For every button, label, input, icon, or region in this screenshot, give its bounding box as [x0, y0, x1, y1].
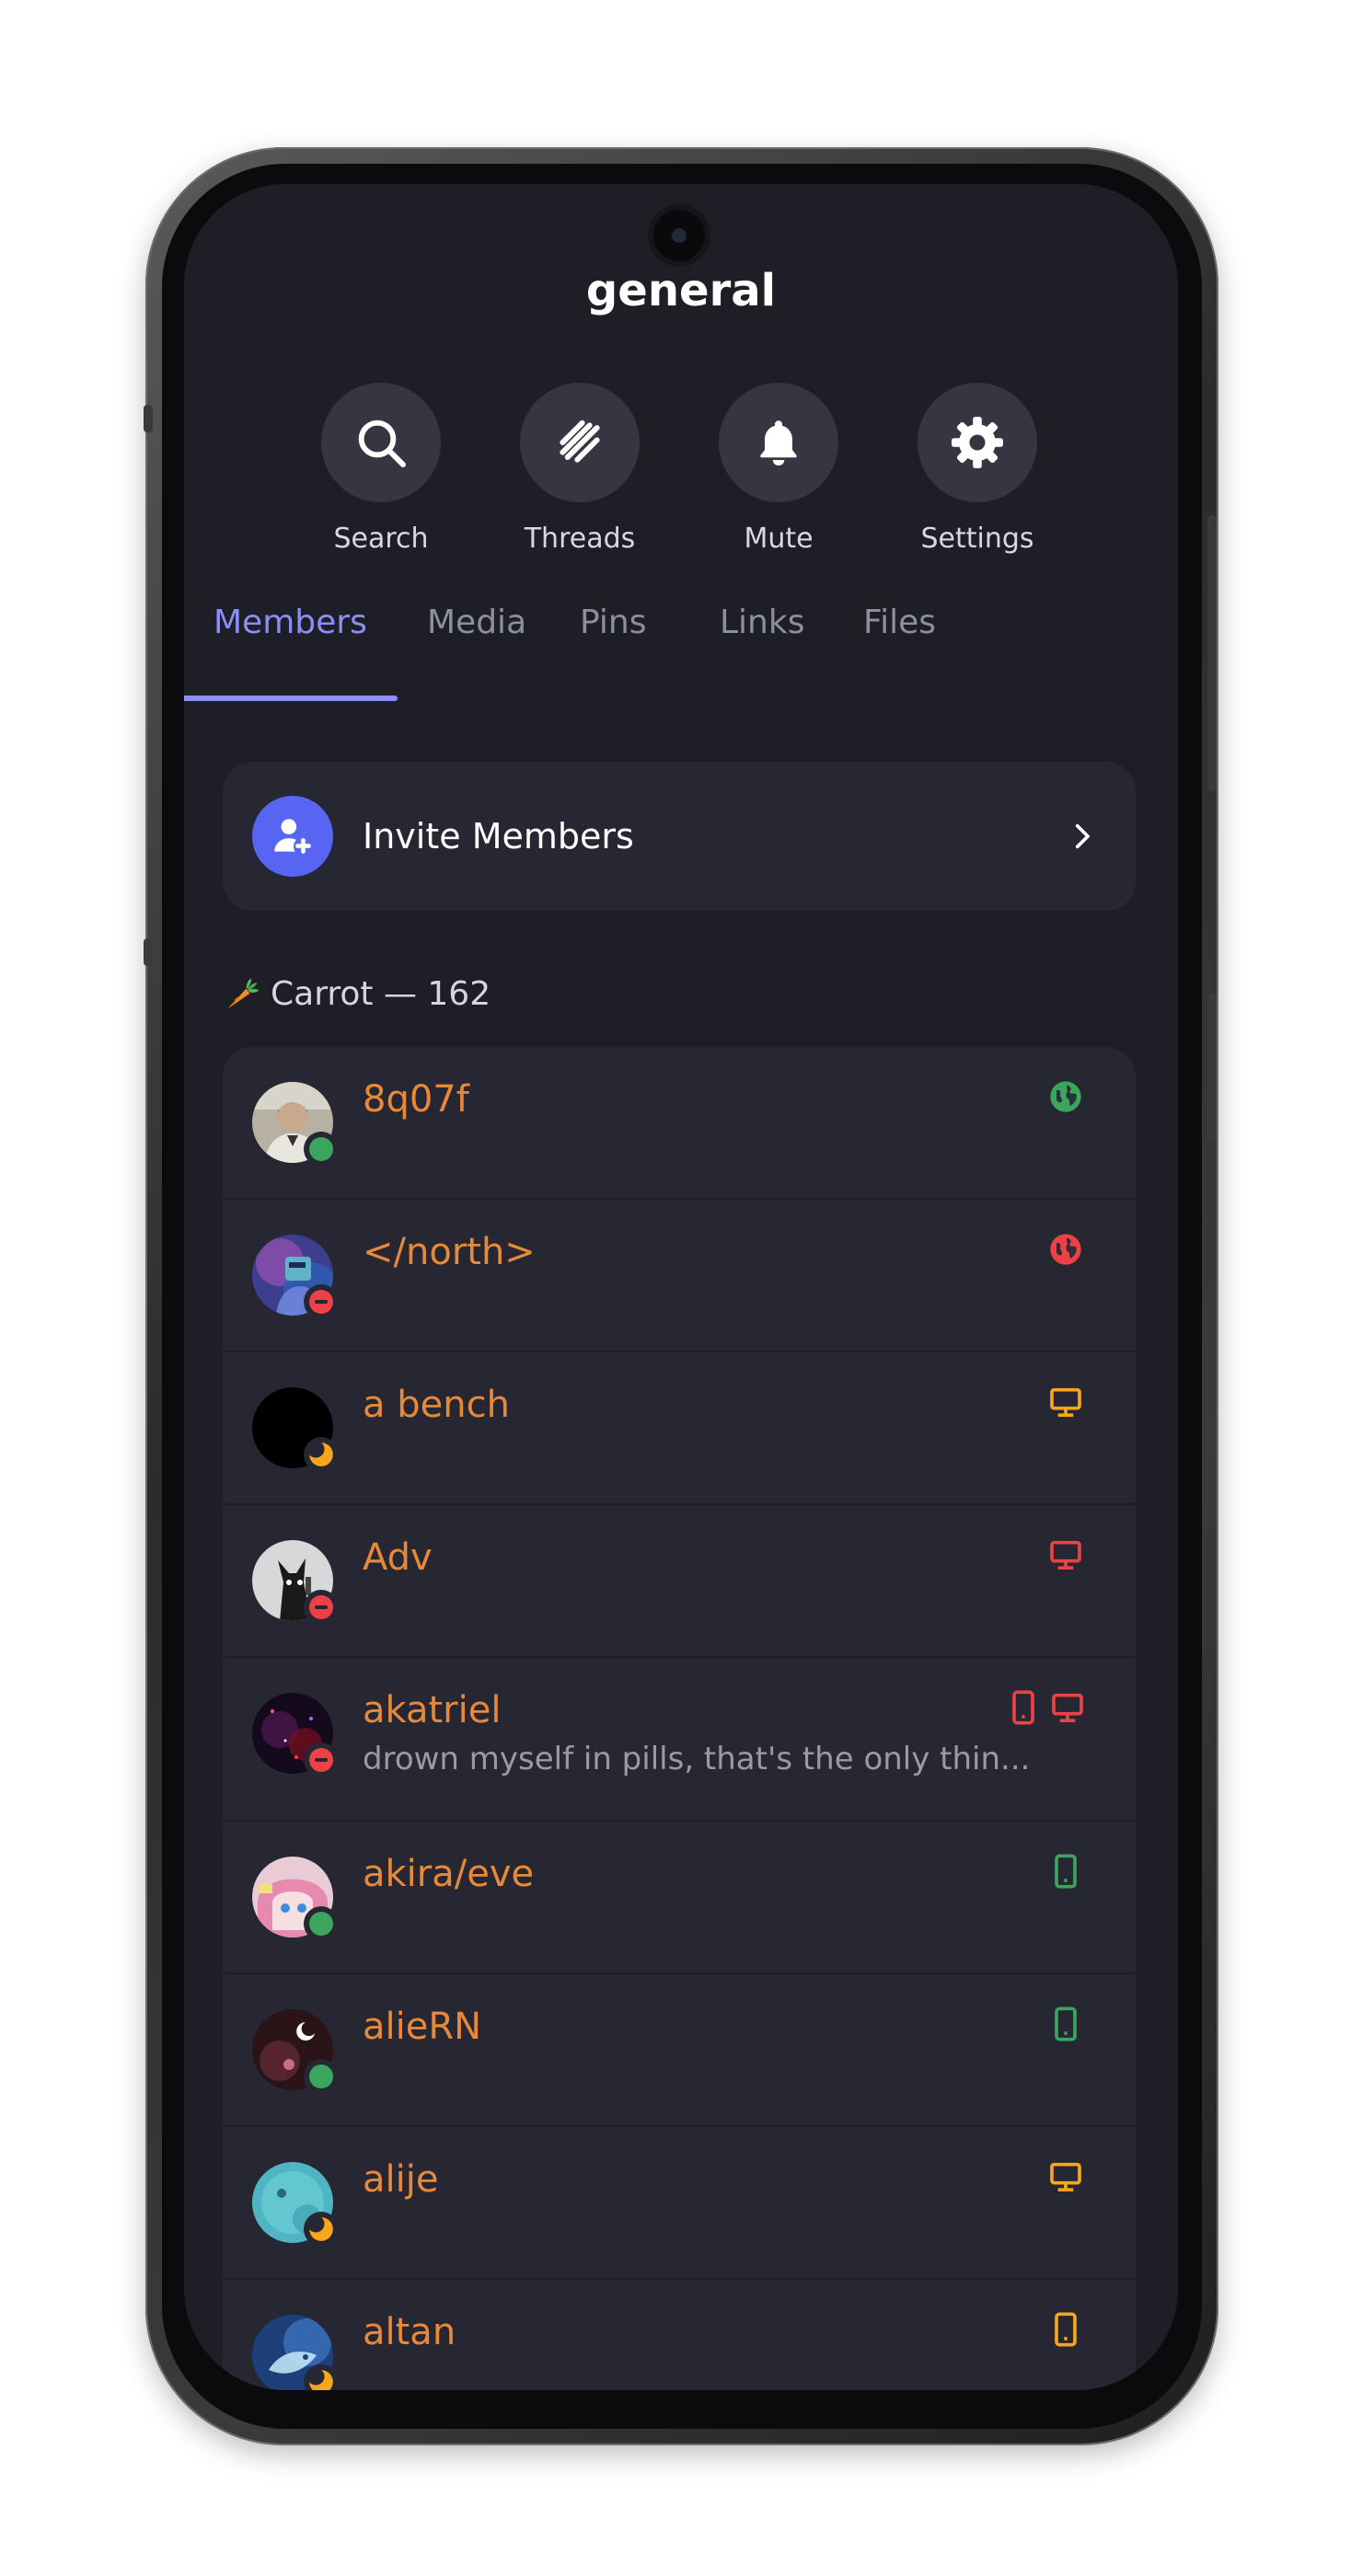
left-side-button — [144, 938, 153, 966]
member-list: 8q07f </north> a bench Adv akatriel drow… — [223, 1047, 1136, 2390]
search-label: Search — [333, 523, 429, 555]
left-side-button — [144, 405, 153, 432]
settings-circle[interactable] — [918, 383, 1037, 502]
member-row[interactable]: akatriel drown myself in pills, that's t… — [223, 1658, 1136, 1822]
member-name: alije — [363, 2158, 439, 2201]
mobile-icon — [1049, 1853, 1082, 1890]
threads-icon — [560, 420, 600, 463]
app-screen: general Search Threads Mute Settings Mem… — [184, 184, 1178, 2390]
member-name: alieRN — [363, 2006, 482, 2048]
tab-pins[interactable]: Pins — [580, 604, 647, 641]
threads-button[interactable]: Threads — [488, 383, 672, 555]
settings-label: Settings — [920, 523, 1034, 555]
tab-members[interactable]: Members — [214, 604, 367, 641]
threads-circle[interactable] — [520, 383, 640, 502]
status-dnd-icon — [304, 1742, 339, 1777]
role-group-header: Carrot — 162 — [223, 973, 491, 1014]
member-row[interactable]: alieRN — [223, 1974, 1136, 2127]
member-name: a bench — [363, 1384, 510, 1426]
carrot-icon — [227, 978, 260, 1009]
chevron-right-icon — [1066, 821, 1097, 852]
web-icon — [1047, 1078, 1084, 1115]
member-row[interactable]: 8q07f — [223, 1047, 1136, 1200]
active-tab-indicator — [184, 696, 398, 701]
member-name: altan — [363, 2311, 456, 2353]
mute-label: Mute — [744, 523, 814, 555]
mute-button[interactable]: Mute — [687, 383, 871, 555]
status-idle-icon — [304, 2212, 339, 2247]
web-icon — [1047, 1231, 1084, 1268]
role-group-title: Carrot — 162 — [271, 974, 491, 1013]
status-online-icon — [304, 2059, 339, 2094]
desktop-icon — [1047, 2158, 1084, 2195]
front-camera — [653, 210, 705, 261]
status-idle-icon — [304, 1437, 339, 1472]
mobile-icon — [1049, 2006, 1082, 2042]
member-row[interactable]: </north> — [223, 1200, 1136, 1352]
power-button — [1207, 994, 1217, 1141]
search-circle[interactable] — [321, 383, 441, 502]
mobile-desktop-icons — [1007, 1689, 1086, 1726]
member-name: akatriel — [363, 1689, 502, 1731]
member-name: Adv — [363, 1536, 433, 1579]
invite-members-row[interactable]: Invite Members — [223, 762, 1136, 911]
volume-button — [1207, 515, 1217, 791]
status-online-icon — [304, 1906, 339, 1941]
channel-title: general — [585, 265, 777, 316]
invite-members-label: Invite Members — [363, 816, 634, 857]
tab-files[interactable]: Files — [863, 604, 936, 641]
settings-button[interactable]: Settings — [885, 383, 1069, 555]
mobile-icon — [1012, 1690, 1034, 1725]
member-row[interactable]: Adv — [223, 1505, 1136, 1658]
mobile-icon — [1049, 2311, 1082, 2348]
member-row[interactable]: altan — [223, 2280, 1136, 2390]
member-custom-status: drown myself in pills, that's the only t… — [363, 1741, 1031, 1777]
status-idle-icon — [304, 2364, 339, 2390]
tab-bar: Members Media Pins Links Files — [184, 604, 1178, 692]
status-dnd-icon — [304, 1284, 339, 1319]
member-row[interactable]: a bench — [223, 1352, 1136, 1505]
member-row[interactable]: alije — [223, 2127, 1136, 2280]
tab-links[interactable]: Links — [720, 604, 804, 641]
member-name: </north> — [363, 1231, 536, 1273]
member-name: 8q07f — [363, 1078, 469, 1121]
bell-icon — [760, 420, 797, 466]
add-user-icon — [252, 796, 333, 877]
threads-label: Threads — [524, 523, 636, 555]
status-online-icon — [304, 1132, 339, 1167]
tab-media[interactable]: Media — [427, 604, 526, 641]
desktop-icon — [1052, 1693, 1083, 1722]
search-button[interactable]: Search — [289, 383, 473, 555]
channel-actions: Search Threads Mute Settings — [184, 383, 1178, 567]
search-icon — [358, 420, 406, 467]
status-dnd-icon — [304, 1590, 339, 1625]
member-row[interactable]: akira/eve — [223, 1822, 1136, 1974]
desktop-icon — [1047, 1536, 1084, 1573]
gear-icon — [952, 417, 1003, 468]
mute-circle[interactable] — [719, 383, 838, 502]
member-name: akira/eve — [363, 1853, 535, 1895]
desktop-icon — [1047, 1384, 1084, 1420]
